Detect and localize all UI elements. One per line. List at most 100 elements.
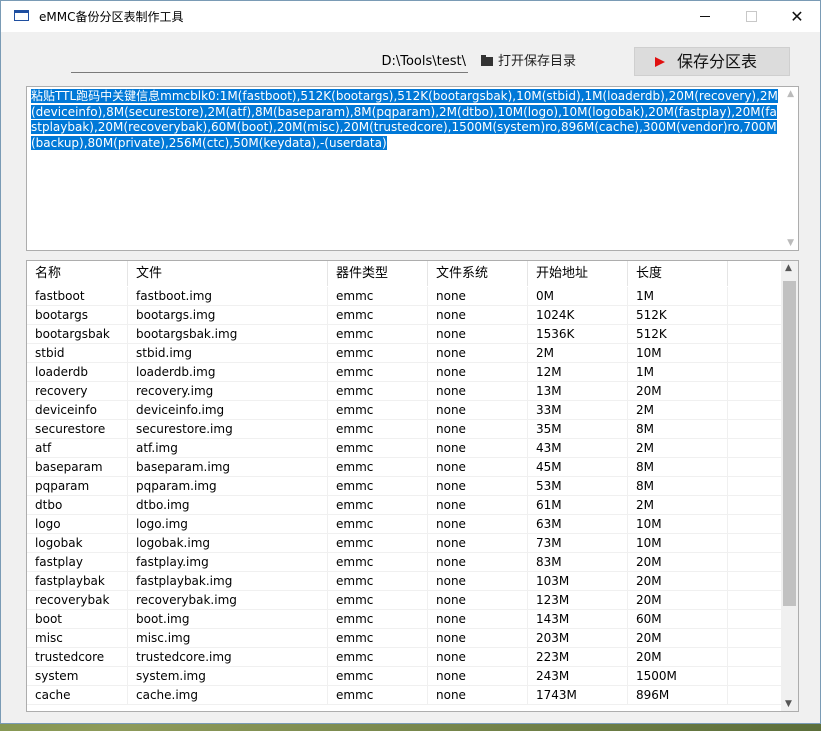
cell-length: 2M — [628, 401, 728, 420]
cell-device-type: emmc — [328, 553, 428, 572]
cell-name: fastboot — [27, 287, 128, 306]
cell-file: loaderdb.img — [128, 363, 328, 382]
open-save-dir-button[interactable]: 打开保存目录 — [481, 53, 576, 73]
table-row[interactable]: recovery recovery.img emmc none 13M 20M — [27, 382, 782, 401]
cell-file: cache.img — [128, 686, 328, 705]
table-row[interactable]: loaderdb loaderdb.img emmc none 12M 1M — [27, 363, 782, 382]
maximize-button[interactable] — [728, 1, 774, 32]
table-row[interactable]: dtbo dtbo.img emmc none 61M 2M — [27, 496, 782, 515]
cell-start-address: 0M — [528, 287, 628, 306]
cell-filler — [728, 648, 782, 667]
table-row[interactable]: logo logo.img emmc none 63M 10M — [27, 515, 782, 534]
table-row[interactable]: fastboot fastboot.img emmc none 0M 1M — [27, 287, 782, 306]
cell-name: misc — [27, 629, 128, 648]
column-header-name[interactable]: 名称 — [27, 261, 128, 286]
cell-filesystem: none — [428, 572, 528, 591]
cell-filesystem: none — [428, 420, 528, 439]
cell-length: 8M — [628, 477, 728, 496]
table-row[interactable]: baseparam baseparam.img emmc none 45M 8M — [27, 458, 782, 477]
table-row[interactable]: trustedcore trustedcore.img emmc none 223M 20… — [27, 648, 782, 667]
ttl-log-selected-text: 粘贴TTL跑码中关键信息mmcblk0:1M(fastboot),512K(bo… — [31, 89, 778, 150]
cell-file: atf.img — [128, 439, 328, 458]
cell-file: fastplay.img — [128, 553, 328, 572]
cell-filler — [728, 534, 782, 553]
table-header: 名称 文件 器件类型 文件系统 开始地址 长度 — [27, 261, 782, 286]
cell-filesystem: none — [428, 401, 528, 420]
table-row[interactable]: fastplaybak fastplaybak.img emmc none 103M 20… — [27, 572, 782, 591]
cell-start-address: 2M — [528, 344, 628, 363]
chevron-up-icon[interactable]: ▲ — [787, 89, 794, 99]
table-row[interactable]: bootargsbak bootargsbak.img emmc none 1536K 5… — [27, 325, 782, 344]
cell-filesystem: none — [428, 382, 528, 401]
cell-start-address: 1024K — [528, 306, 628, 325]
cell-name: loaderdb — [27, 363, 128, 382]
cell-filesystem: none — [428, 306, 528, 325]
column-header-file[interactable]: 文件 — [128, 261, 328, 286]
table-row[interactable]: atf atf.img emmc none 43M 2M — [27, 439, 782, 458]
cell-device-type: emmc — [328, 515, 428, 534]
cell-name: recoverybak — [27, 591, 128, 610]
cell-start-address: 103M — [528, 572, 628, 591]
chevron-down-icon[interactable]: ▼ — [787, 238, 794, 248]
cell-filler — [728, 287, 782, 306]
cell-filler — [728, 591, 782, 610]
table-row[interactable]: recoverybak recoverybak.img emmc none 123M 20… — [27, 591, 782, 610]
table-row[interactable]: fastplay fastplay.img emmc none 83M 20M — [27, 553, 782, 572]
cell-name: securestore — [27, 420, 128, 439]
cell-filesystem: none — [428, 363, 528, 382]
save-partition-table-label: 保存分区表 — [677, 52, 758, 71]
cell-start-address: 1743M — [528, 686, 628, 705]
cell-file: deviceinfo.img — [128, 401, 328, 420]
table-row[interactable]: stbid stbid.img emmc none 2M 10M — [27, 344, 782, 363]
cell-file: logo.img — [128, 515, 328, 534]
column-header-filesystem[interactable]: 文件系统 — [428, 261, 528, 286]
scroll-down-icon[interactable]: ▼ — [785, 699, 792, 709]
cell-length: 20M — [628, 382, 728, 401]
cell-device-type: emmc — [328, 325, 428, 344]
cell-name: fastplay — [27, 553, 128, 572]
cell-start-address: 12M — [528, 363, 628, 382]
window-title: eMMC备份分区表制作工具 — [39, 10, 184, 24]
minimize-button[interactable] — [682, 1, 728, 32]
cell-length: 10M — [628, 515, 728, 534]
cell-file: misc.img — [128, 629, 328, 648]
cell-length: 1M — [628, 287, 728, 306]
cell-filesystem: none — [428, 648, 528, 667]
minimize-icon — [700, 16, 710, 17]
cell-length: 20M — [628, 648, 728, 667]
column-header-device-type[interactable]: 器件类型 — [328, 261, 428, 286]
cell-filler — [728, 572, 782, 591]
close-icon: ✕ — [790, 7, 804, 26]
column-header-start-address[interactable]: 开始地址 — [528, 261, 628, 286]
save-path-field[interactable]: D:\Tools\test\ — [71, 53, 468, 73]
ttl-log-input[interactable]: 粘贴TTL跑码中关键信息mmcblk0:1M(fastboot),512K(bo… — [26, 86, 799, 251]
save-partition-table-button[interactable]: 保存分区表 — [634, 47, 790, 76]
table-row[interactable]: logobak logobak.img emmc none 73M 10M — [27, 534, 782, 553]
table-row[interactable]: bootargs bootargs.img emmc none 1024K 512K — [27, 306, 782, 325]
table-row[interactable]: pqparam pqparam.img emmc none 53M 8M — [27, 477, 782, 496]
cell-length: 896M — [628, 686, 728, 705]
column-header-length[interactable]: 长度 — [628, 261, 728, 286]
cell-file: logobak.img — [128, 534, 328, 553]
table-row[interactable]: cache cache.img emmc none 1743M 896M — [27, 686, 782, 705]
table-row[interactable]: securestore securestore.img emmc none 35M 8M — [27, 420, 782, 439]
cell-filesystem: none — [428, 496, 528, 515]
cell-filler — [728, 439, 782, 458]
cell-device-type: emmc — [328, 287, 428, 306]
partition-table: 名称 文件 器件类型 文件系统 开始地址 长度 fastboot fastboot… — [26, 260, 799, 712]
cell-name: system — [27, 667, 128, 686]
title-bar[interactable]: eMMC备份分区表制作工具 ✕ — [1, 1, 820, 32]
scrollbar-thumb[interactable] — [783, 281, 796, 606]
close-button[interactable]: ✕ — [774, 1, 820, 32]
table-row[interactable]: deviceinfo deviceinfo.img emmc none 33M 2M — [27, 401, 782, 420]
cell-length: 8M — [628, 458, 728, 477]
scroll-up-icon[interactable]: ▲ — [785, 263, 792, 273]
table-scrollbar[interactable]: ▲ ▼ — [781, 261, 798, 711]
table-row[interactable]: boot boot.img emmc none 143M 60M — [27, 610, 782, 629]
cell-file: boot.img — [128, 610, 328, 629]
cell-filler — [728, 496, 782, 515]
table-row[interactable]: system system.img emmc none 243M 1500M — [27, 667, 782, 686]
cell-filesystem: none — [428, 591, 528, 610]
cell-start-address: 43M — [528, 439, 628, 458]
table-row[interactable]: misc misc.img emmc none 203M 20M — [27, 629, 782, 648]
